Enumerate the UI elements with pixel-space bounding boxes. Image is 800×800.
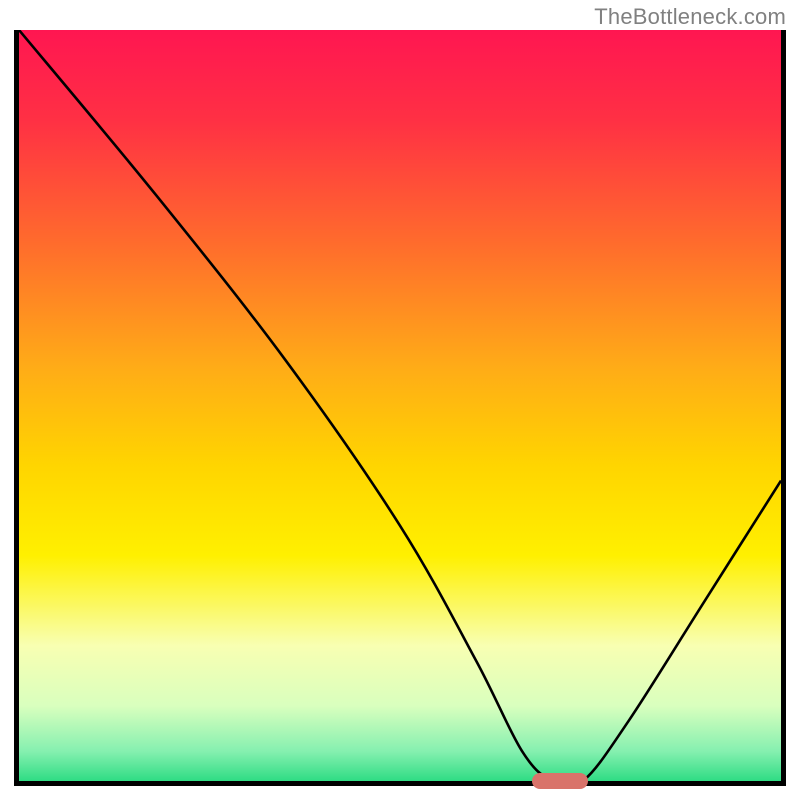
watermark-text: TheBottleneck.com [594, 4, 786, 30]
chart-frame [14, 30, 786, 786]
bottleneck-curve [19, 30, 781, 781]
optimal-marker [532, 773, 588, 789]
